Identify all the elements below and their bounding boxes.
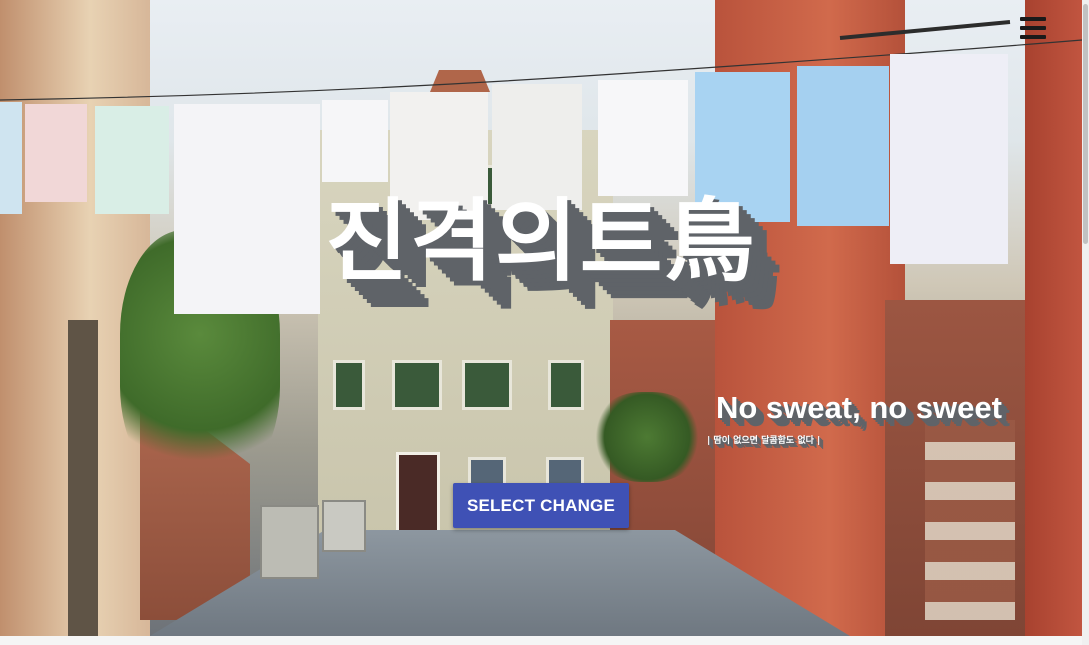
- hamburger-menu-icon[interactable]: [1018, 14, 1048, 42]
- hero-slogan: No sweat, no sweet: [716, 390, 1002, 425]
- hero-subtitle: | 땀이 없으면 달콤함도 없다 |: [707, 436, 821, 446]
- select-change-button[interactable]: SELECT CHANGE: [453, 483, 629, 528]
- hero-title: 진격의트鳥: [325, 189, 757, 294]
- hero-section: 진격의트鳥 No sweat, no sweet | 땀이 없으면 달콤함도 없…: [0, 0, 1082, 636]
- page-bottom: [0, 636, 1082, 645]
- scrollbar-thumb[interactable]: [1083, 4, 1088, 244]
